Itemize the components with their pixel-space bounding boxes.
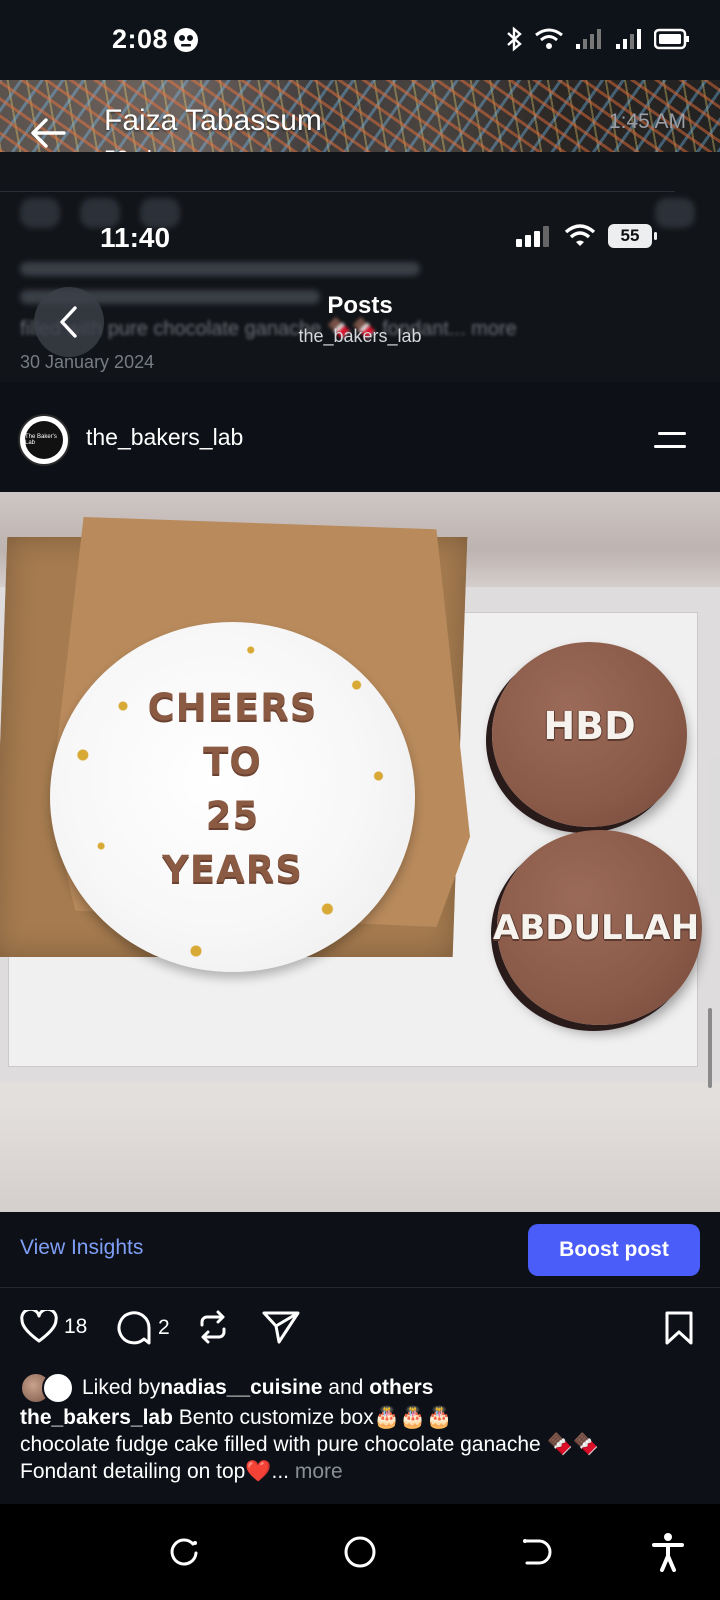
menu-icon[interactable] (654, 430, 688, 450)
comment-count: 2 (158, 1316, 170, 1339)
cupcake-bottom: ABDULLAH (493, 830, 702, 1025)
liker-avatar (42, 1372, 74, 1404)
cupcake-top: HBD (492, 642, 687, 827)
status-time: 2:08 (112, 24, 169, 54)
back-icon (523, 1539, 552, 1565)
recent-apps-icon (170, 1538, 198, 1566)
blurred-icon (20, 198, 60, 228)
posts-title: Posts (327, 292, 393, 319)
boost-post-button[interactable]: Boost post (528, 1224, 700, 1276)
accessibility-button[interactable] (646, 1530, 690, 1574)
repost-icon[interactable] (196, 1310, 230, 1344)
share-icon[interactable] (262, 1310, 300, 1344)
caption-more-link[interactable]: more (295, 1460, 343, 1483)
battery-indicator: 55 (608, 224, 657, 248)
cake-text-line-3: 25 (205, 794, 260, 837)
back-arrow-icon[interactable] (28, 113, 68, 153)
cake-text-line-1: CHEERS (147, 686, 318, 729)
liked-by-others[interactable]: others (369, 1376, 433, 1400)
cupcake-text: HBD (543, 704, 636, 748)
insights-row: View Insights Boost post (0, 1212, 720, 1288)
avatar-logo: The Baker's Lab (25, 421, 63, 459)
accessibility-icon (652, 1533, 684, 1572)
blurred-icon (655, 198, 695, 228)
post-actions: 18 2 (0, 1300, 720, 1356)
liked-by-row[interactable]: Liked by nadias__cuisine and others (20, 1372, 433, 1404)
divider (0, 191, 675, 192)
like-count: 18 (64, 1315, 88, 1338)
avatar[interactable]: The Baker's Lab (18, 414, 70, 466)
cake-text-line-2: TO (203, 740, 262, 783)
status-icons (504, 26, 690, 52)
home-button[interactable] (338, 1530, 382, 1574)
recent-apps-button[interactable] (162, 1530, 206, 1574)
caption-line-2: chocolate fudge cake filled with pure ch… (20, 1433, 599, 1456)
wifi-icon (564, 224, 596, 246)
posts-subtitle: the_bakers_lab (298, 326, 422, 346)
view-insights-link[interactable]: View Insights (20, 1236, 143, 1260)
gallery-time: 1:45 AM (608, 110, 686, 133)
liked-by-user[interactable]: nadias__cuisine (160, 1376, 322, 1400)
bento-cake: CHEERS TO 25 YEARS (50, 622, 415, 972)
navigation-bar (0, 1504, 720, 1600)
back-button[interactable] (514, 1530, 558, 1574)
like-action[interactable]: 18 (20, 1310, 87, 1344)
inner-status-icons: 55 (514, 224, 657, 248)
signal-icon (576, 29, 601, 49)
bluetooth-icon (507, 26, 522, 52)
inner-status-time: 11:40 (100, 222, 171, 253)
caption-ellipsis: ... (271, 1460, 295, 1483)
comment-icon (117, 1311, 151, 1345)
cellular-icon (516, 226, 549, 247)
blurred-text (20, 262, 420, 276)
post-username[interactable]: the_bakers_lab (86, 424, 243, 451)
caption-username[interactable]: the_bakers_lab (20, 1406, 173, 1429)
gallery-title: Faiza Tabassum (104, 104, 322, 137)
scrollbar-thumb[interactable] (708, 1008, 712, 1088)
system-status-bar: 2:08 (0, 0, 720, 80)
cupcake-text: ABDULLAH (493, 908, 700, 948)
home-icon (344, 1536, 376, 1568)
liked-by-prefix: Liked by (82, 1376, 161, 1399)
post-date: 30 January 2024 (20, 352, 155, 372)
caption-line-3: Fondant detailing on top❤️ (20, 1460, 272, 1483)
post-caption: the_bakers_lab Bento customize box🎂🎂🎂 ch… (20, 1404, 710, 1485)
post-photo[interactable]: CHEERS TO 25 YEARS HBD ABDULLAH (0, 492, 720, 1212)
post-header: The Baker's Lab the_bakers_lab (0, 410, 720, 480)
wifi-icon (535, 28, 563, 49)
signal-icon-2 (616, 29, 641, 49)
edge-handle[interactable] (708, 757, 720, 897)
liked-by-and: and (322, 1376, 370, 1399)
battery-icon (654, 28, 689, 50)
comment-action[interactable]: 2 (116, 1310, 170, 1346)
caption-line-1: Bento customize box🎂🎂🎂 (172, 1406, 453, 1429)
heart-icon (20, 1310, 58, 1343)
bookmark-icon[interactable] (664, 1310, 694, 1346)
app-notification-icon (174, 28, 198, 52)
cake-text-line-4: YEARS (162, 848, 303, 891)
